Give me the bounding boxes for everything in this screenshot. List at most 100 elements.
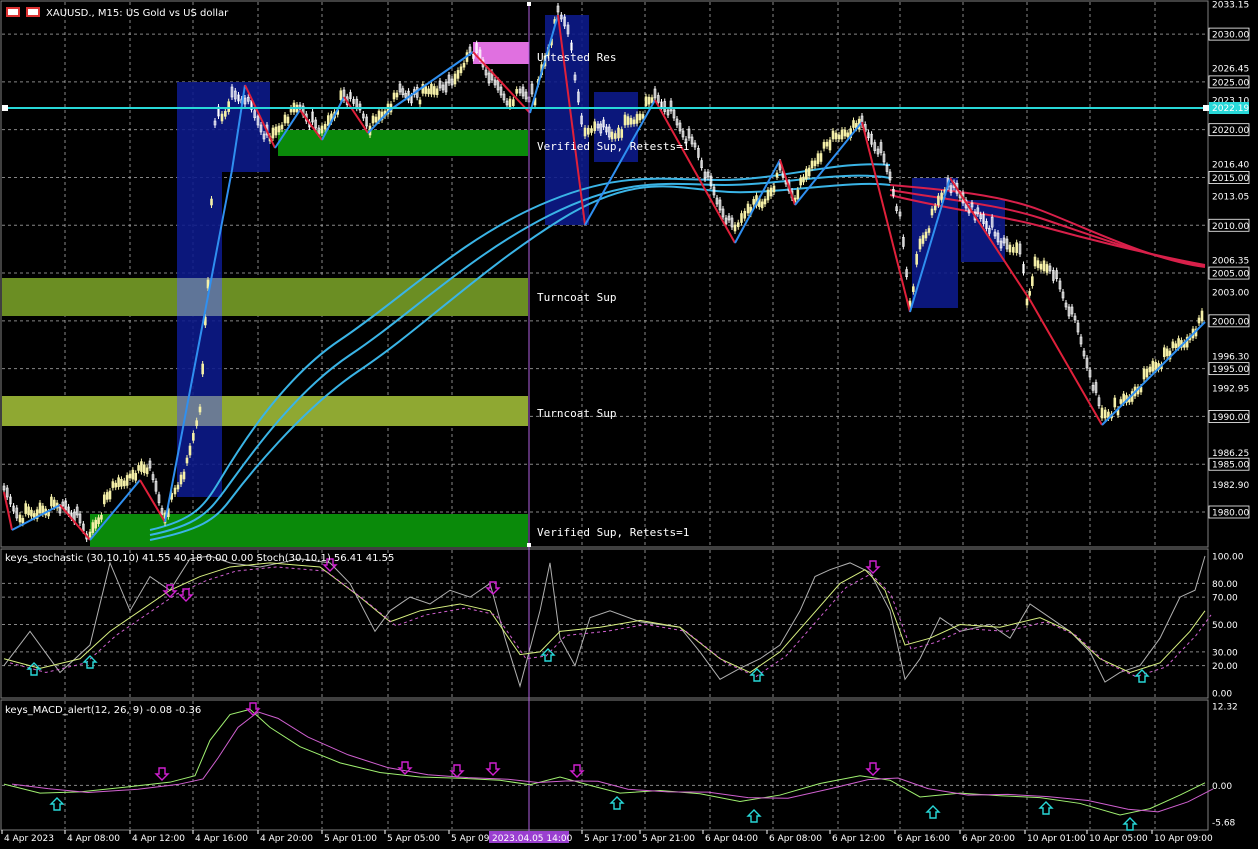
candle-body — [921, 235, 925, 244]
session-box — [222, 82, 270, 172]
candle-body — [38, 502, 42, 514]
stoch-axis-label: 50.00 — [1212, 621, 1238, 631]
candle-body — [805, 168, 808, 180]
candle-body — [392, 92, 396, 100]
candle-body — [274, 126, 278, 136]
sr-zone-rect — [2, 396, 528, 426]
candle-body — [21, 517, 25, 524]
time-axis-label: 5 Apr 05:00 — [387, 834, 440, 844]
stochastic-arrows — [26, 558, 1150, 683]
candle-body — [515, 89, 518, 94]
cursor-handle-bottom[interactable] — [527, 543, 531, 547]
candle-body — [24, 503, 28, 514]
price-axis-label: 2016.40 — [1212, 161, 1249, 171]
candle-body — [1154, 361, 1158, 371]
candle-body — [802, 176, 805, 183]
cursor-handle-top[interactable] — [527, 2, 531, 6]
candle-body — [632, 119, 636, 125]
buy-arrow-icon — [1038, 801, 1054, 815]
candle-body — [128, 473, 132, 479]
candle-body — [176, 484, 180, 490]
candle-body — [395, 92, 399, 98]
candle-body — [88, 531, 92, 538]
candle-body — [1197, 317, 1201, 324]
candle-body — [933, 205, 937, 211]
price-axis-label: 1990.00 — [1212, 413, 1249, 423]
candle-body — [647, 96, 651, 105]
candle-body — [1100, 407, 1104, 419]
sell-arrow-icon — [178, 588, 194, 602]
candle-body — [418, 99, 422, 105]
candle-body — [641, 114, 645, 119]
candle-body — [117, 477, 120, 488]
buy-arrow-icon — [540, 648, 556, 662]
sr-zone-rect — [278, 130, 528, 156]
candle-body — [831, 130, 835, 140]
candle-body — [286, 116, 290, 124]
candle-body — [52, 499, 56, 508]
price-axis-label: 2010.00 — [1212, 222, 1249, 232]
candle-body — [629, 117, 633, 125]
moving-average-line — [149, 182, 891, 541]
zone-label-verified-sup-1: Verified Sup, Retests=1 — [537, 140, 689, 153]
candle-body — [586, 127, 590, 135]
candle-body — [1036, 260, 1040, 268]
candle-body — [816, 153, 820, 164]
candle-body — [320, 125, 324, 134]
zone-label-untested-res: Untested Res — [537, 51, 616, 64]
candle-body — [18, 514, 22, 523]
sr-zone-rect — [90, 514, 528, 547]
candle-body — [105, 492, 109, 500]
price-line-handle-right[interactable] — [1203, 105, 1209, 111]
stoch-axis-label: 70.00 — [1212, 594, 1238, 604]
price-axis[interactable]: 2033.152030.002026.452025.002023.102020.… — [1208, 1, 1249, 519]
price-axis-label: 2015.00 — [1212, 174, 1249, 184]
candle-body — [50, 496, 53, 507]
candle-body — [125, 475, 129, 486]
sell-arrow-icon — [449, 764, 465, 778]
candle-body — [813, 160, 817, 167]
candle-body — [277, 125, 281, 133]
candle-body — [326, 115, 330, 126]
candle-body — [810, 160, 814, 169]
sell-arrow-icon — [865, 762, 881, 776]
candle-body — [819, 153, 823, 162]
candle-body — [114, 482, 118, 488]
zigzag-segment — [1101, 321, 1206, 426]
stoch-axis-label: 30.00 — [1212, 648, 1238, 658]
candle-body — [179, 474, 183, 485]
candle-body — [227, 101, 230, 112]
sell-arrow-icon — [154, 767, 170, 781]
stoch-axis-label: 0.00 — [1212, 690, 1232, 700]
price-axis-label: 1982.90 — [1212, 481, 1249, 491]
chart-window[interactable]: Untested Res Verified Sup, Retests=1 Tur… — [0, 0, 1258, 849]
candle-body — [30, 509, 33, 517]
candle-body — [1148, 366, 1152, 373]
price-line-handle-left[interactable] — [2, 105, 8, 111]
candle-body — [283, 114, 287, 124]
time-axis-label: 6 Apr 20:00 — [962, 834, 1015, 844]
candle-body — [188, 445, 192, 456]
zone-label-verified-sup-2: Verified Sup, Retests=1 — [537, 526, 689, 539]
candle-body — [924, 231, 928, 239]
zigzag-segment — [779, 159, 796, 206]
candle-body — [201, 363, 204, 375]
stoch-axis-label: 80.00 — [1212, 580, 1238, 590]
candle-body — [1171, 341, 1175, 349]
sell-arrow-icon — [485, 762, 501, 776]
candle-body — [834, 132, 838, 140]
candle-body — [131, 469, 135, 480]
time-axis[interactable]: 4 Apr 2023 4 Apr 08:00 4 Apr 12:00 4 Apr 16… — [1, 830, 1213, 844]
candle-body — [1113, 397, 1117, 408]
stoch-axis-label: 100.00 — [1212, 553, 1244, 563]
price-axis-label: 2006.35 — [1212, 257, 1249, 267]
time-axis-label: 5 Apr 01:00 — [324, 834, 377, 844]
zigzag-segment — [794, 121, 863, 206]
buy-arrow-icon — [82, 655, 98, 669]
candle-body — [799, 177, 802, 186]
candle-body — [915, 254, 918, 265]
candle-body — [424, 86, 428, 94]
macd-arrows — [49, 702, 1138, 831]
sell-arrow-icon — [865, 560, 881, 574]
macd-main-line — [3, 708, 1206, 816]
